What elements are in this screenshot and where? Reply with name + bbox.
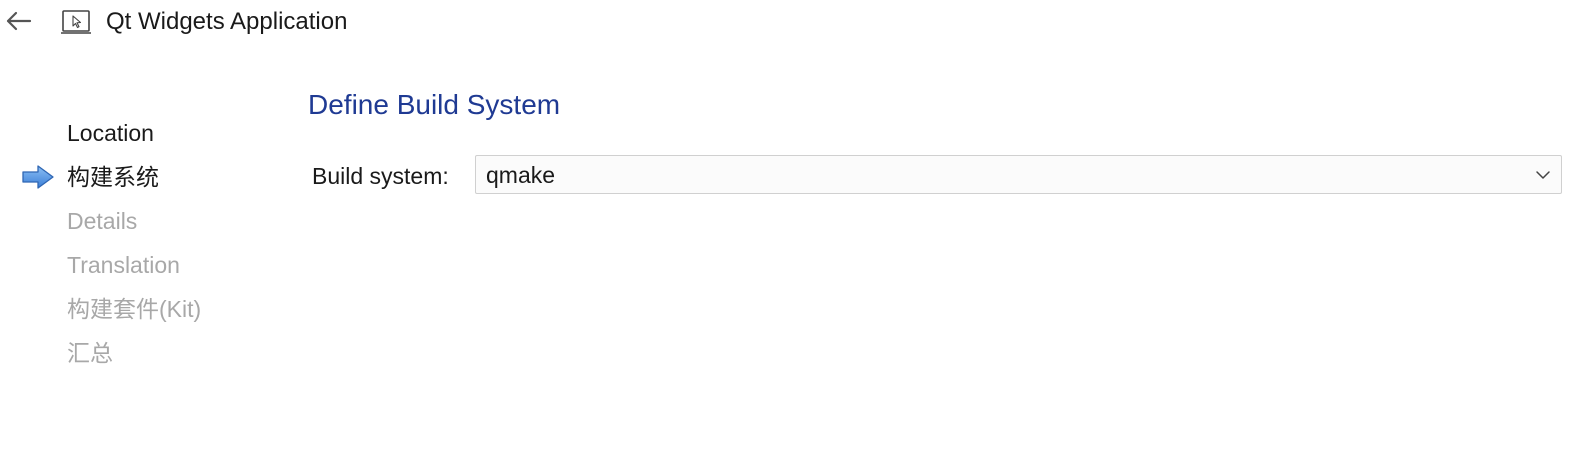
chevron-down-icon	[1536, 171, 1550, 179]
step-kits: 构建套件(Kit)	[67, 296, 202, 322]
step-summary: 汇总	[67, 340, 113, 366]
window-title: Qt Widgets Application	[106, 8, 348, 35]
step-location: Location	[67, 120, 154, 146]
arrow-left-icon	[6, 11, 32, 31]
step-translation: Translation	[67, 252, 180, 278]
step-details: Details	[67, 208, 138, 234]
build-system-dropdown[interactable]: qmake	[475, 155, 1562, 194]
window-cursor-icon	[61, 10, 91, 34]
build-system-label: Build system:	[312, 163, 449, 189]
wizard-window: Qt Widgets Application Location 构建系统 Det…	[0, 0, 1574, 466]
build-system-value: qmake	[486, 162, 556, 188]
step-build-system: 构建系统	[67, 164, 159, 190]
page-title: Define Build System	[308, 89, 561, 120]
back-button[interactable]	[2, 6, 34, 36]
title-bar: Qt Widgets Application	[0, 0, 1574, 44]
arrow-right-icon	[22, 165, 54, 189]
